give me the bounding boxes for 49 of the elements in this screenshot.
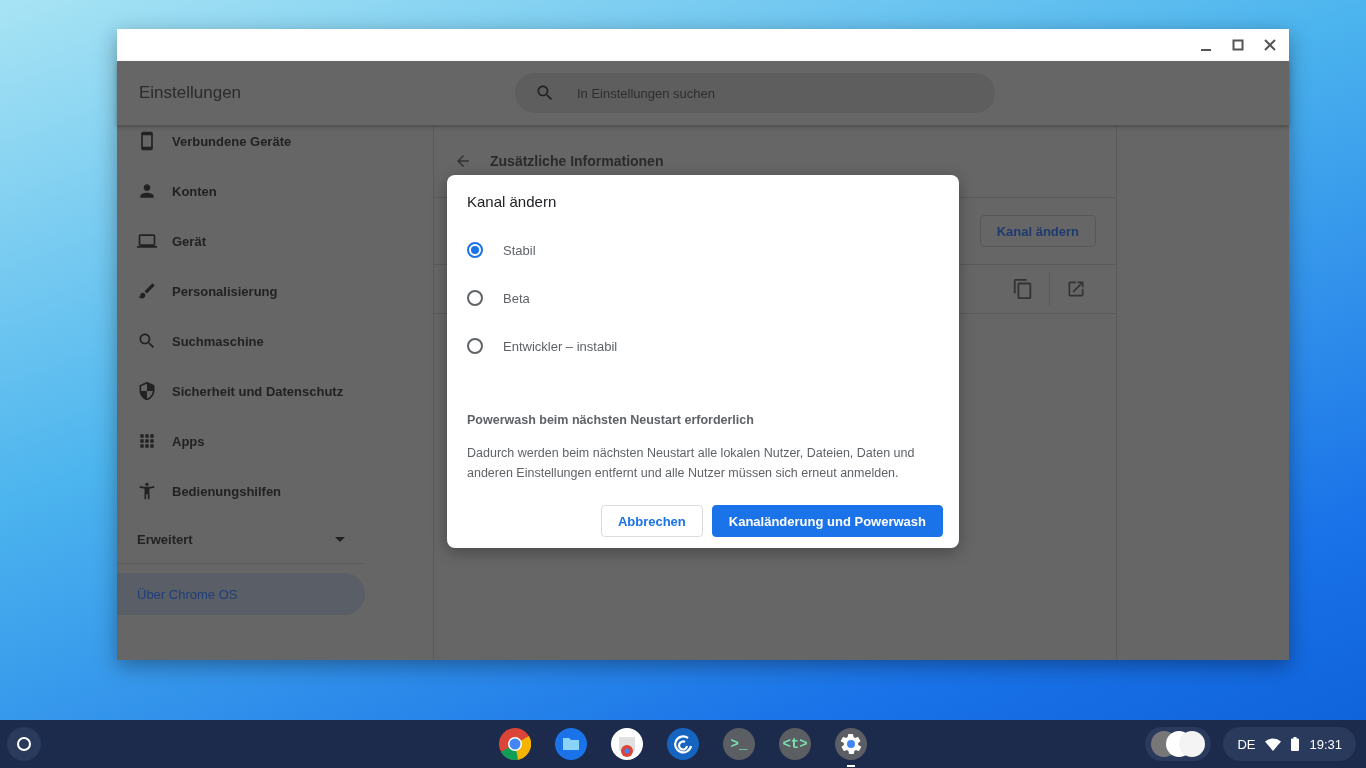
brush-icon [137, 281, 157, 301]
radio-label: Beta [503, 290, 530, 306]
advanced-toggle[interactable]: Erweitert [117, 516, 365, 564]
apps-grid-icon [137, 431, 157, 451]
settings-icon[interactable] [835, 728, 867, 760]
sidebar-item[interactable]: Suchmaschine [117, 316, 433, 366]
cancel-button[interactable]: Abbrechen [600, 505, 703, 537]
sidebar-item[interactable]: Personalisierung [117, 266, 433, 316]
confirm-button[interactable]: Kanaländerung und Powerwash [711, 505, 943, 537]
store-icon[interactable] [611, 728, 643, 760]
sidebar-item[interactable]: Verbundene Geräte [117, 125, 433, 166]
clock: 19:31 [1309, 736, 1342, 752]
close-icon[interactable] [1264, 39, 1276, 51]
terminal-icon[interactable]: >_ [723, 728, 755, 760]
battery-icon [1291, 737, 1300, 751]
sidebar-item[interactable]: Über Chrome OS [117, 573, 365, 615]
status-area[interactable]: DE 19:31 [1223, 727, 1356, 761]
circle-icon [16, 736, 32, 752]
radio-label: Entwickler – instabil [503, 338, 618, 354]
dialog-title: Kanal ändern [467, 193, 558, 210]
sidebar-item[interactable]: Konten [117, 166, 433, 216]
change-channel-button[interactable]: Kanal ändern [979, 215, 1096, 247]
sidebar-item[interactable]: Apps [117, 416, 433, 466]
radio-button[interactable] [467, 338, 483, 354]
swirl-icon[interactable] [667, 728, 699, 760]
search-icon [137, 331, 157, 351]
radio-button[interactable] [467, 242, 483, 258]
warning-text: Dadurch werden beim nächsten Neustart alle lokalen Nutzer, Dateien, Daten und anderen Einstellungen entfernt und alle Nutzer müssen sich erneut anmelden. [467, 445, 916, 482]
folder-icon[interactable] [555, 728, 587, 760]
laptop-icon [137, 231, 157, 251]
warning-title: Powerwash beim nächsten Neustart erforderlich [467, 413, 755, 427]
radio-button[interactable] [467, 290, 483, 306]
shield-icon [137, 381, 157, 401]
page-title: Zusätzliche Informationen [490, 153, 664, 169]
radio-label: Stabil [503, 242, 536, 258]
sidebar-item[interactable]: Gerät [117, 216, 433, 266]
search-icon [535, 83, 555, 103]
text-editor-icon[interactable]: <t> [779, 728, 811, 760]
maximize-icon[interactable] [1232, 39, 1244, 51]
chrome-icon[interactable] [499, 728, 531, 760]
accessibility-icon [137, 481, 157, 501]
launcher-button[interactable] [7, 727, 41, 761]
caret-icon [335, 537, 345, 542]
sidebar-item[interactable]: Bedienungshilfen [117, 466, 433, 516]
sidebar-item[interactable]: Sicherheit und Datenschutz [117, 366, 433, 416]
input-language: DE [1237, 736, 1256, 752]
window-thumbnails[interactable] [1145, 727, 1212, 761]
app-title: Einstellungen [138, 83, 243, 103]
wifi-icon [1265, 737, 1282, 751]
